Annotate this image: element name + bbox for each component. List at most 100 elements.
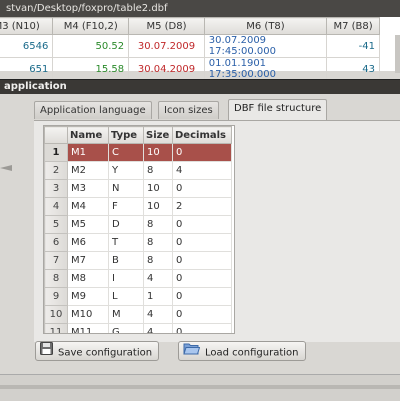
row-number-cell[interactable]: 6: [44, 233, 68, 252]
bottom-status-bar: [0, 374, 400, 401]
table-row[interactable]: 11 M11 G 4 0: [44, 323, 232, 333]
bg-cell[interactable]: 30.07.2009: [128, 34, 205, 58]
row-number-cell[interactable]: 3: [44, 179, 68, 198]
row-number-cell[interactable]: 2: [44, 161, 68, 180]
row-number-cell[interactable]: 7: [44, 251, 68, 270]
type-cell[interactable]: M: [108, 305, 144, 324]
tab-icon-sizes[interactable]: Icon sizes: [158, 101, 219, 119]
type-cell[interactable]: G: [108, 323, 144, 333]
load-configuration-button[interactable]: Load configuration: [178, 341, 306, 361]
bg-col-header[interactable]: M6 (T8): [203, 17, 328, 35]
name-cell[interactable]: M6: [67, 233, 109, 252]
size-cell[interactable]: 8: [143, 215, 173, 234]
size-cell[interactable]: 10: [143, 143, 173, 162]
decimals-cell[interactable]: 0: [172, 269, 232, 288]
decimals-cell[interactable]: 0: [172, 179, 232, 198]
table-row[interactable]: 3 M3 N 10 0: [44, 179, 232, 198]
row-number-cell[interactable]: 9: [44, 287, 68, 306]
bg-cell[interactable]: 01.01.1901 17:35:00.000: [203, 57, 328, 81]
row-number-cell[interactable]: 10: [44, 305, 68, 324]
tab-application-language[interactable]: Application language: [34, 101, 152, 119]
size-cell[interactable]: 8: [143, 233, 173, 252]
size-cell[interactable]: 8: [143, 251, 173, 270]
size-cell[interactable]: 10: [143, 179, 173, 198]
table-row[interactable]: 4 M4 F 10 2: [44, 197, 232, 216]
bg-table-row[interactable]: 651 15.58 30.04.2009 01.01.1901 17:35:00…: [0, 57, 380, 81]
col-header-name[interactable]: Name: [67, 126, 109, 144]
decimals-cell[interactable]: 0: [172, 287, 232, 306]
table-row[interactable]: 9 M9 L 1 0: [44, 287, 232, 306]
bg-cell[interactable]: 6546: [0, 34, 54, 58]
decimals-cell[interactable]: 0: [172, 143, 232, 162]
col-header-type[interactable]: Type: [108, 126, 144, 144]
row-number-cell[interactable]: 11: [44, 323, 68, 333]
name-cell[interactable]: M5: [67, 215, 109, 234]
size-cell[interactable]: 4: [143, 269, 173, 288]
name-cell[interactable]: M1: [67, 143, 109, 162]
structure-table: Name Type Size Decimals 1 M1 C 10 0 2 M2 Y 8 4 3 M3…: [44, 126, 232, 333]
bg-cell[interactable]: 30.04.2009: [128, 57, 205, 81]
decimals-cell[interactable]: 0: [172, 215, 232, 234]
col-header-size[interactable]: Size: [143, 126, 173, 144]
type-cell[interactable]: Y: [108, 161, 144, 180]
bg-table-row[interactable]: 6546 50.52 30.07.2009 30.07.2009 17:45:0…: [0, 34, 380, 58]
table-row[interactable]: 8 M8 I 4 0: [44, 269, 232, 288]
type-cell[interactable]: I: [108, 269, 144, 288]
decimals-cell[interactable]: 0: [172, 233, 232, 252]
name-cell[interactable]: M8: [67, 269, 109, 288]
bg-cell[interactable]: -41: [326, 34, 380, 58]
table-row[interactable]: 1 M1 C 10 0: [44, 143, 232, 162]
dialog-title[interactable]: application: [0, 80, 400, 94]
size-cell[interactable]: 1: [143, 287, 173, 306]
bg-scrollbar[interactable]: [395, 35, 400, 73]
size-cell[interactable]: 8: [143, 161, 173, 180]
col-header-decimals[interactable]: Decimals: [172, 126, 232, 144]
row-number-cell[interactable]: 1: [44, 143, 68, 162]
table-row[interactable]: 10 M10 M 4 0: [44, 305, 232, 324]
bg-cell[interactable]: 30.07.2009 17:45:00.000: [203, 34, 328, 58]
load-button-label: Load configuration: [205, 347, 299, 359]
tab-dbf-file-structure[interactable]: DBF file structure: [228, 99, 328, 120]
bg-cell[interactable]: 651: [0, 57, 54, 81]
row-number-cell[interactable]: 4: [44, 197, 68, 216]
type-cell[interactable]: L: [108, 287, 144, 306]
table-row[interactable]: 5 M5 D 8 0: [44, 215, 232, 234]
name-cell[interactable]: M2: [67, 161, 109, 180]
size-cell[interactable]: 4: [143, 305, 173, 324]
bg-col-header[interactable]: M5 (D8): [128, 17, 205, 35]
name-cell[interactable]: M4: [67, 197, 109, 216]
type-cell[interactable]: C: [108, 143, 144, 162]
arrow-left-icon: [0, 165, 12, 171]
type-cell[interactable]: N: [108, 179, 144, 198]
table-row[interactable]: 2 M2 Y 8 4: [44, 161, 232, 180]
size-cell[interactable]: 4: [143, 323, 173, 333]
save-button-label: Save configuration: [58, 347, 153, 359]
table-row[interactable]: 6 M6 T 8 0: [44, 233, 232, 252]
decimals-cell[interactable]: 0: [172, 251, 232, 270]
bg-col-header[interactable]: M7 (B8): [326, 17, 380, 35]
bg-cell[interactable]: 43: [326, 57, 380, 81]
type-cell[interactable]: F: [108, 197, 144, 216]
bg-col-header[interactable]: M4 (F10,2): [52, 17, 130, 35]
table-row[interactable]: 7 M7 B 8 0: [44, 251, 232, 270]
row-number-cell[interactable]: 5: [44, 215, 68, 234]
decimals-cell[interactable]: 0: [172, 323, 232, 333]
type-cell[interactable]: D: [108, 215, 144, 234]
save-configuration-button[interactable]: Save configuration: [35, 341, 160, 361]
bg-cell[interactable]: 50.52: [52, 34, 130, 58]
bg-cell[interactable]: 15.58: [52, 57, 130, 81]
name-cell[interactable]: M9: [67, 287, 109, 306]
name-cell[interactable]: M7: [67, 251, 109, 270]
type-cell[interactable]: B: [108, 251, 144, 270]
structure-grid[interactable]: Name Type Size Decimals 1 M1 C 10 0 2 M2 Y 8 4 3 M3…: [43, 125, 235, 334]
name-cell[interactable]: M11: [67, 323, 109, 333]
type-cell[interactable]: T: [108, 233, 144, 252]
name-cell[interactable]: M10: [67, 305, 109, 324]
bg-col-header[interactable]: M3 (N10): [0, 17, 54, 35]
decimals-cell[interactable]: 2: [172, 197, 232, 216]
size-cell[interactable]: 10: [143, 197, 173, 216]
decimals-cell[interactable]: 4: [172, 161, 232, 180]
decimals-cell[interactable]: 0: [172, 305, 232, 324]
name-cell[interactable]: M3: [67, 179, 109, 198]
row-number-cell[interactable]: 8: [44, 269, 68, 288]
